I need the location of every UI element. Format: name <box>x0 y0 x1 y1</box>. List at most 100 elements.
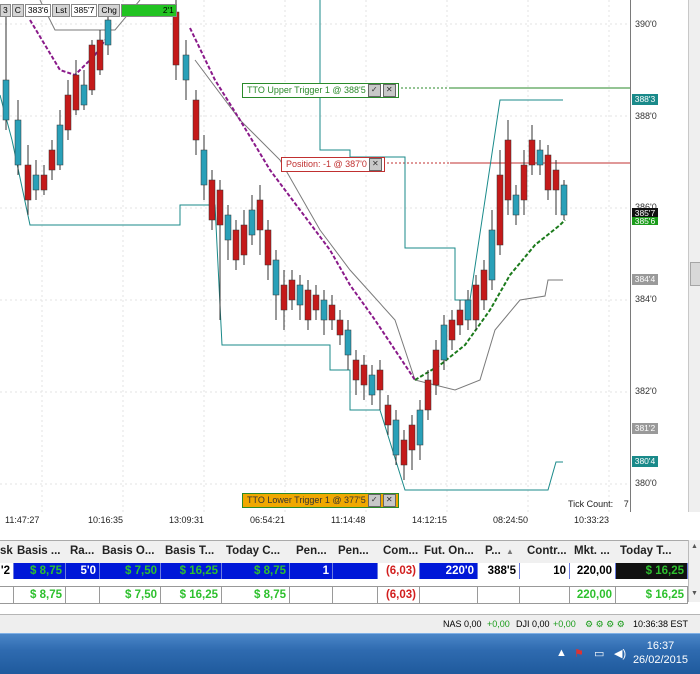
volume-icon[interactable]: ◀) <box>614 647 626 660</box>
table-cell: $ 16,25 <box>161 563 222 579</box>
tray-arrow-icon[interactable]: ▲ <box>556 647 567 659</box>
scrollbar-thumb[interactable] <box>690 262 700 286</box>
column-header[interactable]: sk <box>0 545 13 557</box>
column-header[interactable]: Basis T... <box>165 545 214 557</box>
column-header[interactable]: Fut. On... <box>424 545 474 557</box>
column-header[interactable]: Ra... <box>70 545 94 557</box>
clock-date: 26/02/2015 <box>632 654 688 666</box>
windows-taskbar[interactable]: ▲ ⚑ ▭ ◀) 16:37 26/02/2015 <box>0 633 700 674</box>
column-header[interactable]: Today T... <box>620 545 672 557</box>
price-tick: 380'0 <box>635 478 657 488</box>
candle <box>440 324 448 361</box>
column-header[interactable]: Com... <box>383 545 418 557</box>
table-cell: $ 8,75 <box>14 563 66 579</box>
tick-count-value: 7 <box>623 499 629 509</box>
time-tick: 11:14:48 <box>331 515 366 525</box>
check-icon[interactable]: ✓ <box>367 84 381 97</box>
grid-header: sk Basis ... Ra... Basis O... Basis T...… <box>0 540 688 564</box>
candle <box>48 149 56 171</box>
candle <box>72 74 80 111</box>
candle <box>480 269 488 301</box>
table-cell: $ 7,50 <box>100 587 161 603</box>
time-axis: 11:47:27 10:16:35 13:09:31 06:54:21 11:1… <box>0 512 630 530</box>
table-cell: (6,03) <box>378 563 420 579</box>
column-header[interactable]: Basis O... <box>102 545 154 557</box>
candle <box>368 374 376 396</box>
table-row[interactable]: '2 $ 8,75 5'0 $ 7,50 $ 16,25 $ 8,75 1 (6… <box>0 563 688 579</box>
quote-field: C <box>11 4 24 17</box>
candle <box>80 84 88 106</box>
sort-icon: ▲ <box>506 547 514 556</box>
grid-scrollbar[interactable]: ▲ ▼ <box>688 540 700 602</box>
candle <box>192 99 200 141</box>
network-icon[interactable]: ⚑ <box>574 647 584 660</box>
price-tick: 384'0 <box>635 294 657 304</box>
tick-count: Tick Count: 7 <box>568 499 629 509</box>
lower-trigger-label[interactable]: TTO Lower Trigger 1 @ 377'5 ✓ ✕ <box>242 493 399 508</box>
table-cell <box>290 587 333 603</box>
close-icon[interactable]: ✕ <box>368 158 382 171</box>
candle <box>456 309 464 326</box>
table-cell <box>66 587 100 603</box>
candle <box>304 289 312 321</box>
column-header[interactable]: Pen... <box>296 545 327 557</box>
time-tick: 10:33:23 <box>574 515 610 525</box>
quote-field: 385'7 <box>70 4 98 17</box>
time-tick: 11:47:27 <box>5 515 40 525</box>
candle <box>536 149 544 166</box>
column-header[interactable]: P... <box>485 545 501 557</box>
table-cell: $ 16,25 <box>161 587 222 603</box>
candle <box>392 419 400 456</box>
close-icon[interactable]: ✕ <box>382 84 396 97</box>
column-header[interactable]: Today C... <box>226 545 280 557</box>
status-bar: NAS 0,00 +0,00 DJI 0,00 +0,00 ⚙ ⚙ ⚙ ⚙ 10… <box>0 614 700 633</box>
candle <box>384 404 392 426</box>
table-cell: $ 7,50 <box>100 563 161 579</box>
candle <box>512 194 520 216</box>
candle <box>232 229 240 261</box>
upper-trigger-label[interactable]: TTO Upper Trigger 1 @ 388'5 ✓ ✕ <box>242 83 399 98</box>
candle <box>344 329 352 356</box>
table-cell: $ 8,75 <box>222 563 290 579</box>
table-cell: 220,00 <box>570 587 616 603</box>
price-axis[interactable]: 390'0 388'0 386'0 384'0 382'0 380'0 388'… <box>630 0 689 512</box>
check-icon[interactable]: ✓ <box>367 494 381 507</box>
scroll-down-icon[interactable]: ▼ <box>691 590 698 597</box>
table-cell: 220,00 <box>570 563 616 579</box>
candle <box>448 319 456 341</box>
column-header[interactable]: Basis ... <box>17 545 60 557</box>
candle <box>2 79 10 121</box>
candle <box>104 19 112 46</box>
chart-scrollbar[interactable] <box>688 0 700 512</box>
time-tick: 06:54:21 <box>250 515 286 525</box>
candle <box>272 259 280 296</box>
positions-grid[interactable]: sk Basis ... Ra... Basis O... Basis T...… <box>0 540 700 604</box>
column-header[interactable]: Pen... <box>338 545 369 557</box>
chart-area[interactable]: 3 C 383'6 Lst 385'7 Chg 2'1 TTO Upper Tr… <box>0 0 630 512</box>
table-row-total[interactable]: $ 8,75 $ 7,50 $ 16,25 $ 8,75 (6,03) 220,… <box>0 586 688 604</box>
position-text: Position: -1 @ 387'0 <box>286 159 367 169</box>
time-tick: 14:12:15 <box>412 515 448 525</box>
taskbar-clock[interactable]: 16:37 26/02/2015 <box>633 639 688 667</box>
candle <box>200 149 208 186</box>
candle <box>432 349 440 386</box>
price-chart[interactable] <box>0 0 630 512</box>
candle <box>328 304 336 321</box>
column-header[interactable]: Contr... <box>527 545 567 557</box>
price-tick: 390'0 <box>635 19 657 29</box>
close-icon[interactable]: ✕ <box>382 494 396 507</box>
candle <box>248 209 256 236</box>
candle <box>376 369 384 391</box>
time-tick: 10:16:35 <box>88 515 124 525</box>
candle <box>312 294 320 311</box>
candle <box>182 54 190 81</box>
price-badge-ema: 385'6 <box>632 217 658 225</box>
table-cell: 5'0 <box>66 563 100 579</box>
scroll-up-icon[interactable]: ▲ <box>691 543 698 550</box>
candle <box>96 39 104 71</box>
table-cell <box>333 587 378 603</box>
column-header[interactable]: Mkt. ... <box>574 545 610 557</box>
position-label[interactable]: Position: -1 @ 387'0 ✕ <box>281 157 385 172</box>
display-icon[interactable]: ▭ <box>594 647 604 660</box>
price-badge-lower-channel: 380'4 <box>632 456 658 467</box>
